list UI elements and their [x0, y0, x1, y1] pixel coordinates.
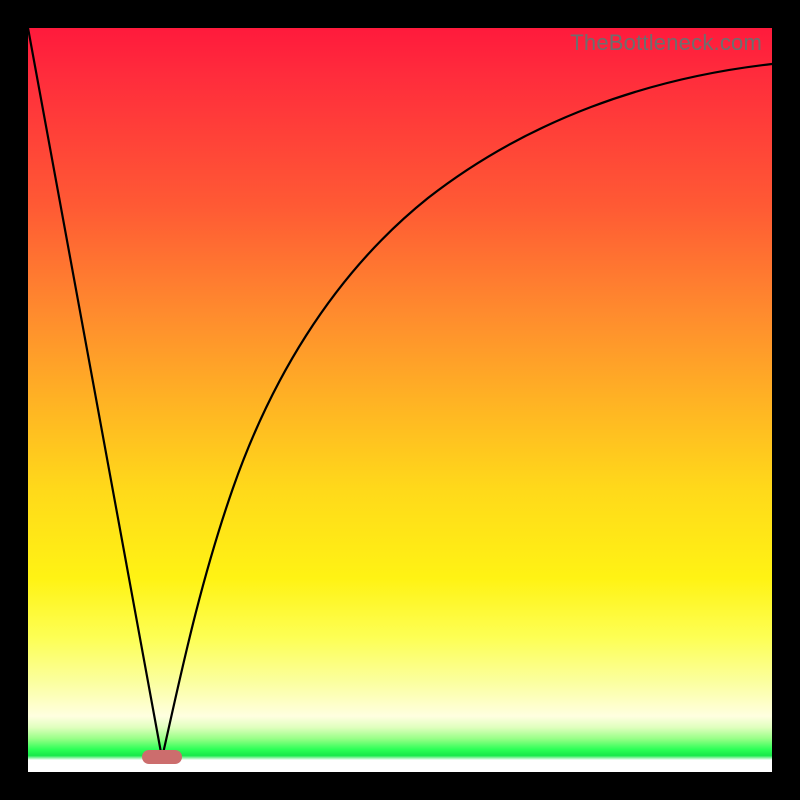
chart-frame: TheBottleneck.com: [0, 0, 800, 800]
curve-left-branch: [28, 28, 162, 758]
optimal-marker: [142, 750, 182, 764]
curve-right-branch: [162, 64, 772, 758]
bottleneck-curve: [28, 28, 772, 772]
plot-area: TheBottleneck.com: [28, 28, 772, 772]
watermark-text: TheBottleneck.com: [570, 30, 762, 56]
